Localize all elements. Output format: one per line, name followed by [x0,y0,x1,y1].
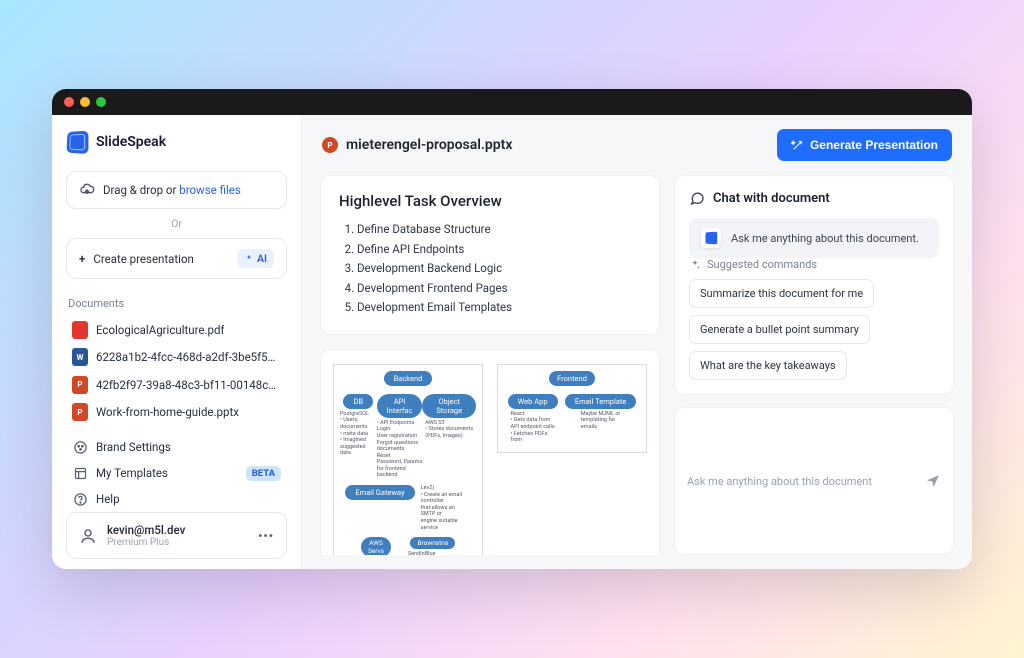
palette-icon [72,439,88,455]
pptx-icon: P [322,137,338,153]
chat-panel: Chat with document Ask me anything about… [674,175,954,395]
user-email: kevin@m5l.dev [107,523,185,537]
document-item[interactable]: P 42fb2f97-39a8-48c3-bf11-00148c732... [66,371,287,399]
app-window: SlideSpeak Drag & drop or browse files O… [52,89,972,569]
chat-input[interactable]: Ask me anything about this document [674,407,954,555]
chat-column: Chat with document Ask me anything about… [674,175,954,555]
assistant-avatar-icon [701,228,721,248]
beta-badge: BETA [246,466,281,481]
generate-presentation-button[interactable]: Generate Presentation [777,129,952,161]
docx-icon: W [72,348,88,366]
document-item[interactable]: P Work-from-home-guide.pptx [66,399,287,427]
brand: SlideSpeak [66,131,287,153]
help-icon [72,491,88,507]
slide-overview: Highlevel Task Overview Define Database … [320,175,660,335]
header: P mieterengel-proposal.pptx Generate Pre… [302,115,972,175]
diagram-frontend: Frontend Web AppReact• Gets data fromAPI… [497,364,647,453]
upload-text: Drag & drop or browse files [103,183,241,197]
plus-icon: + [79,252,85,266]
wand-icon [791,139,804,152]
browse-files-link[interactable]: browse files [179,183,241,197]
documents-section-label: Documents [68,297,287,310]
brand-logo-icon [66,131,88,154]
close-icon[interactable] [64,97,74,107]
chat-input-placeholder: Ask me anything about this document [687,475,872,488]
slide-diagram: Backend DBPostgreSQL• Users, documents• … [320,349,660,555]
suggestion-chip[interactable]: Summarize this document for me [689,279,874,308]
window-titlebar [52,89,972,115]
main-content: P mieterengel-proposal.pptx Generate Pre… [302,115,972,569]
diagram-backend: Backend DBPostgreSQL• Users, documents• … [333,364,483,555]
suggestion-chip[interactable]: What are the key takeaways [689,351,847,380]
sidebar: SlideSpeak Drag & drop or browse files O… [52,115,302,569]
user-icon [79,527,97,545]
document-item[interactable]: W 6228a1b2-4fcc-468d-a2df-3be5f543... [66,344,287,372]
suggestion-chip[interactable]: Generate a bullet point summary [689,315,870,344]
chat-greeting-bubble: Ask me anything about this document. [689,218,939,258]
document-item[interactable]: EcologicalAgriculture.pdf [66,316,287,344]
suggestion-list: Summarize this document for me Generate … [689,279,939,380]
sidebar-item-my-templates[interactable]: My Templates BETA [66,460,287,486]
document-title: P mieterengel-proposal.pptx [322,137,512,153]
document-preview-column: Highlevel Task Overview Define Database … [320,175,660,555]
chat-icon [689,190,705,206]
create-label: Create presentation [93,252,194,266]
minimize-icon[interactable] [80,97,90,107]
upload-card[interactable]: Drag & drop or browse files [66,171,287,209]
templates-icon [72,465,88,481]
sidebar-item-brand-settings[interactable]: Brand Settings [66,434,287,460]
create-presentation-button[interactable]: + Create presentation AI [66,238,287,279]
or-separator: Or [66,217,287,230]
ai-badge: AI [237,249,274,268]
pdf-icon [72,321,88,339]
brand-name: SlideSpeak [96,134,166,150]
user-plan: Premium Plus [107,537,185,548]
upload-icon [79,182,95,198]
overview-list: Define Database Structure Define API End… [339,220,641,318]
chat-header: Chat with document [689,190,939,206]
pptx-icon: P [72,376,88,394]
pptx-icon: P [72,403,88,421]
send-icon[interactable] [925,473,941,489]
maximize-icon[interactable] [96,97,106,107]
slide-title: Highlevel Task Overview [339,192,641,210]
user-card: kevin@m5l.dev Premium Plus ••• [66,512,287,559]
sparkle-icon [689,259,701,271]
user-menu-button[interactable]: ••• [258,529,274,543]
suggested-commands-label: Suggested commands [689,258,939,271]
sidebar-item-help[interactable]: Help [66,486,287,512]
